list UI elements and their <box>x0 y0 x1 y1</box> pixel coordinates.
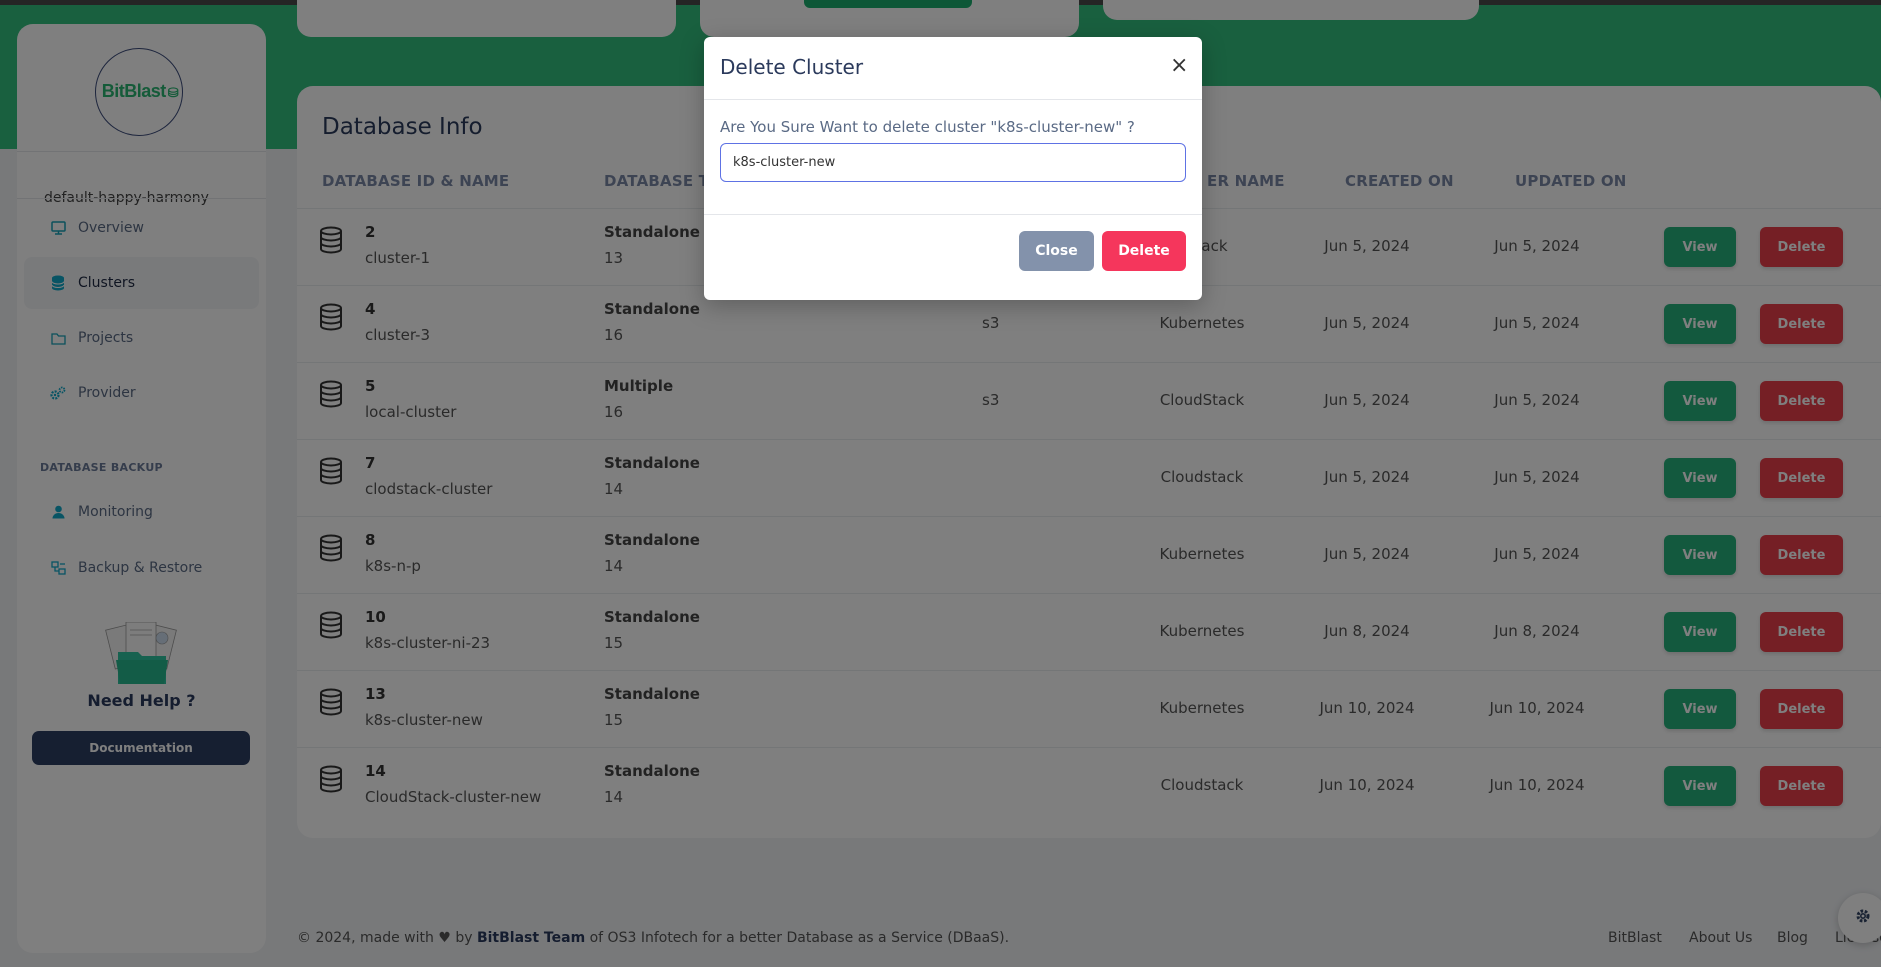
modal-divider <box>704 99 1202 100</box>
modal-title: Delete Cluster <box>720 55 864 79</box>
modal-question: Are You Sure Want to delete cluster "k8s… <box>720 118 1135 136</box>
modal-delete-button[interactable]: Delete <box>1102 231 1186 271</box>
modal-divider <box>704 214 1202 215</box>
delete-cluster-modal: Delete Cluster × Are You Sure Want to de… <box>704 37 1202 300</box>
cluster-name-confirm-input[interactable] <box>720 143 1186 182</box>
close-icon[interactable]: × <box>1170 55 1188 77</box>
modal-close-button[interactable]: Close <box>1019 231 1094 271</box>
